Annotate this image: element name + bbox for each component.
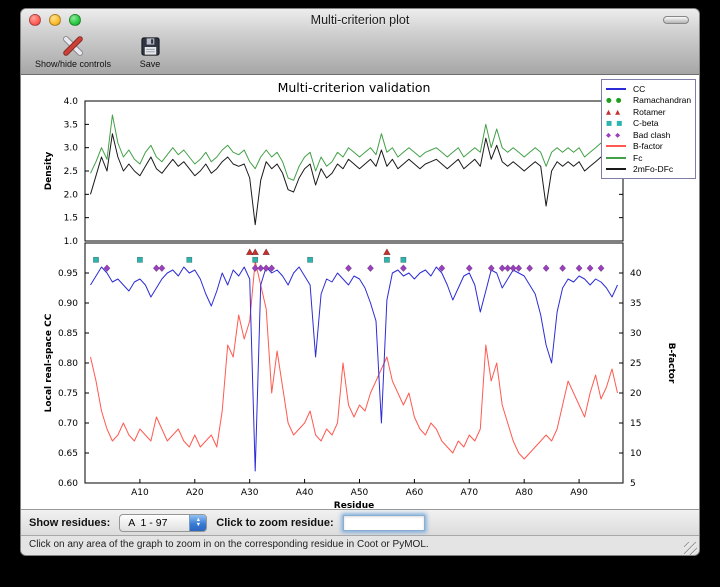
tick-label: 2.5 [64,167,78,177]
tick-label: 40 [630,269,642,279]
chain-range-select[interactable]: A 1 - 97 ▲▼ [119,514,207,532]
toolbar-item-label: Save [140,59,161,69]
legend-entry: B-factor [606,141,693,153]
toolbar-toggle-pill[interactable] [663,16,689,24]
legend-entry: ◆ ◆Bad clash [606,129,693,141]
legend-entry: CC [606,83,693,95]
tick-label: 0.65 [58,449,78,459]
marker-C-beta [307,257,312,262]
chart-legend: CC● ●Ramachandran▲ ▲Rotamer■ ■C-beta◆ ◆B… [601,79,696,179]
y-axis-label-density: Density [44,152,54,191]
plot-canvas[interactable]: Multi-criterion validation 1.0 1.5 2.0 2.5 3.… [21,75,699,509]
tick-label: A30 [241,488,259,498]
marker-C-beta [187,257,192,262]
legend-line-icon [606,145,633,147]
marker-C-beta [137,257,142,262]
tick-label: 3.0 [64,144,79,154]
tick-label: 20 [630,389,642,399]
tick-label: 0.95 [58,269,78,279]
legend-label: Bad clash [633,130,670,140]
save-button[interactable]: Save [137,33,163,69]
tick-label: 2.0 [64,190,79,200]
tick-label: A50 [351,488,369,498]
legend-square-icon: ■ ■ [606,119,633,127]
marker-C-beta [384,257,389,262]
y-axis-label-bfactor: B-factor [666,343,676,384]
chart-title: Multi-criterion validation [278,80,431,95]
zoom-residue-label: Click to zoom residue: [216,517,333,529]
tick-label: A90 [570,488,588,498]
tick-label: 25 [630,359,641,369]
show-residues-label: Show residues: [29,517,110,529]
tick-label: 1.0 [64,237,79,247]
legend-entry: ▲ ▲Rotamer [606,106,693,118]
tick-label: 0.75 [58,389,78,399]
tick-label: 0.80 [58,359,78,369]
controls-bar: Show residues: A 1 - 97 ▲▼ Click to zoom… [21,509,699,535]
zoom-residue-input[interactable] [343,515,425,531]
tick-label: 0.85 [58,329,78,339]
tick-label: 15 [630,419,641,429]
x-axis-label-residue: Residue [334,501,374,509]
marker-C-beta [401,257,406,262]
marker-C-beta [253,257,258,262]
titlebar[interactable]: Multi-criterion plot [21,9,699,31]
legend-circle-icon: ● ● [606,96,633,104]
legend-diamond-icon: ◆ ◆ [606,131,633,139]
tick-label: 30 [630,329,642,339]
tick-label: A40 [296,488,314,498]
status-text: Click on any area of the graph to zoom i… [29,539,429,550]
tick-label: 35 [630,299,641,309]
tick-label: A70 [460,488,478,498]
tick-label: 1.5 [64,214,78,224]
toolbar: Show/hide controls Save [21,31,699,75]
resize-grip[interactable] [684,542,697,555]
save-icon [137,33,163,59]
show-hide-controls-icon [60,33,86,59]
popup-stepper-icon: ▲▼ [189,515,206,531]
tick-label: A10 [131,488,149,498]
legend-label: C-beta [633,118,659,128]
tick-label: 10 [630,449,642,459]
legend-label: Fc [633,153,642,163]
show-hide-controls-button[interactable]: Show/hide controls [35,33,111,69]
legend-line-icon [606,168,633,170]
top-axes-frame [85,101,623,241]
legend-entry: 2mFo-DFc [606,164,693,176]
legend-label: Ramachandran [633,95,691,105]
legend-entry: Fc [606,152,693,164]
tick-label: 3.5 [64,120,78,130]
multi-criterion-plot-window: Multi-criterion plot Show/hide controls [20,8,700,556]
toolbar-item-label: Show/hide controls [35,59,111,69]
legend-entry: ■ ■C-beta [606,118,693,130]
legend-triangle-icon: ▲ ▲ [606,108,633,116]
marker-C-beta [93,257,98,262]
legend-line-icon [606,157,633,159]
chart-svg: Multi-criterion validation 1.0 1.5 2.0 2.5 3.… [21,75,700,509]
legend-label: CC [633,84,645,94]
tick-label: 0.60 [58,479,78,489]
legend-entry: ● ●Ramachandran [606,95,693,107]
window-title: Multi-criterion plot [21,13,699,27]
tick-label: 5 [630,479,636,489]
legend-label: B-factor [633,141,663,151]
tick-label: 0.70 [58,419,78,429]
tick-label: A20 [186,488,204,498]
desktop: { "window": { "title": "Multi-criterion … [0,0,720,587]
bottom-axes-frame [85,243,623,483]
y-axis-label-cc: Local real-space CC [44,313,54,412]
tick-label: A60 [406,488,424,498]
legend-line-icon [606,88,633,90]
tick-label: 0.90 [58,299,78,309]
legend-label: 2mFo-DFc [633,164,673,174]
tick-label: 4.0 [64,97,79,107]
legend-label: Rotamer [633,107,666,117]
status-bar: Click on any area of the graph to zoom i… [21,535,699,556]
tick-label: A80 [515,488,533,498]
chain-range-value: A 1 - 97 [120,515,189,531]
